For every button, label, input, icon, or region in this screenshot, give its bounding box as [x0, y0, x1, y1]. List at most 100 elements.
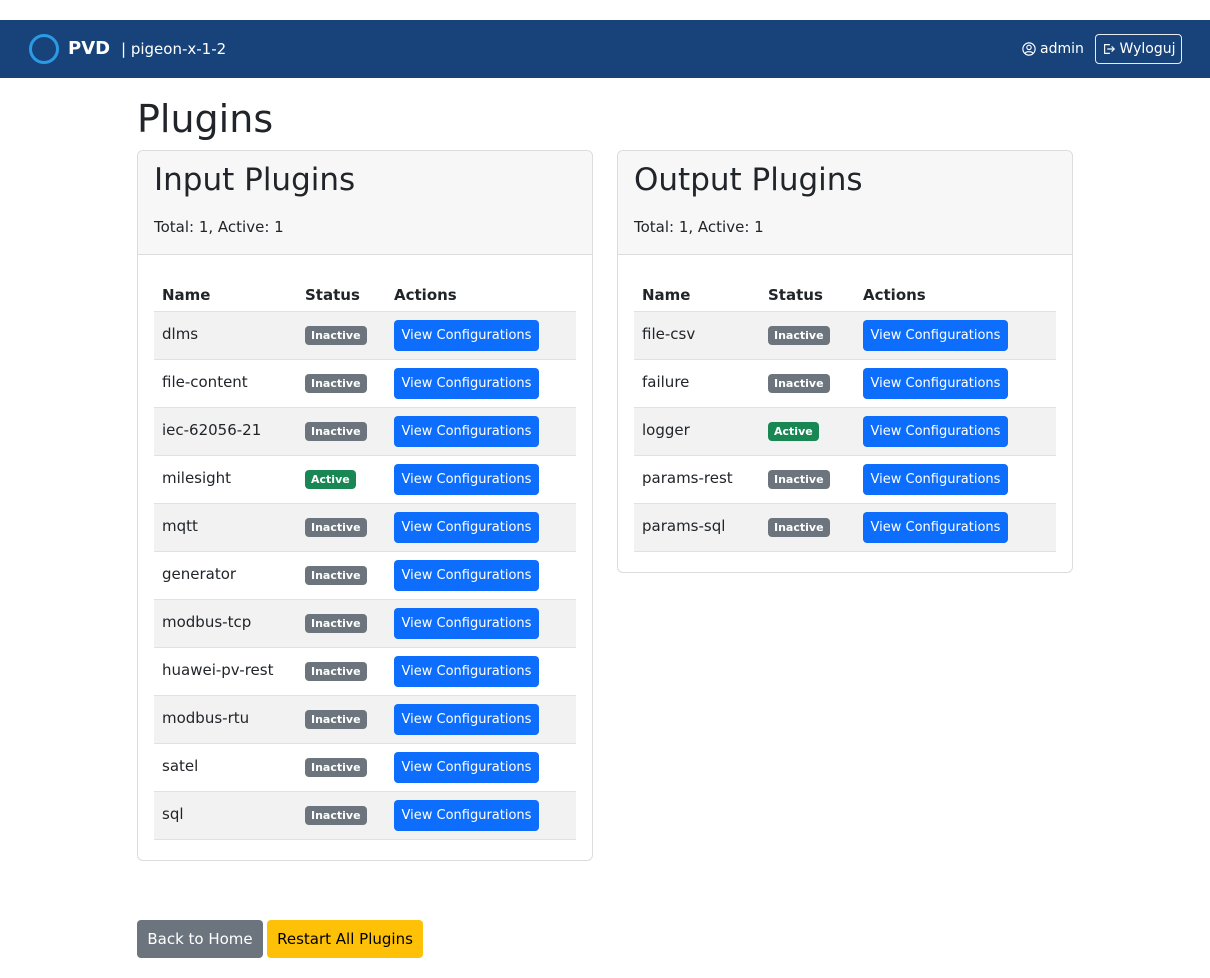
view-configurations-button[interactable]: View Configurations	[863, 511, 1008, 543]
table-row: dlms Inactive View Configurations	[154, 311, 576, 360]
actions-cell: View Configurations	[386, 359, 576, 408]
actions-cell: View Configurations	[386, 743, 576, 792]
output-plugins-title: Output Plugins	[634, 162, 863, 198]
view-configurations-button[interactable]: View Configurations	[394, 607, 539, 639]
table-row: generator Inactive View Configurations	[154, 551, 576, 600]
table-row: iec-62056-21 Inactive View Configurations	[154, 407, 576, 456]
view-configurations-button[interactable]: View Configurations	[394, 751, 539, 783]
plugin-name: modbus-tcp	[154, 599, 297, 648]
status-badge: Inactive	[305, 806, 367, 825]
table-row: milesight Active View Configurations	[154, 455, 576, 504]
status-cell: Inactive	[297, 311, 386, 360]
status-cell: Active	[760, 407, 855, 456]
input-plugins-summary: Total: 1, Active: 1	[154, 218, 284, 236]
status-cell: Inactive	[760, 503, 855, 552]
logout-button[interactable]: Wyloguj	[1095, 34, 1182, 64]
plugin-name: sql	[154, 791, 297, 840]
status-badge: Inactive	[768, 326, 830, 345]
status-badge: Inactive	[305, 758, 367, 777]
actions-cell: View Configurations	[855, 503, 1056, 552]
user-menu[interactable]: admin	[1022, 40, 1084, 58]
plugin-name: generator	[154, 551, 297, 600]
actions-cell: View Configurations	[386, 599, 576, 648]
plugin-name: modbus-rtu	[154, 695, 297, 744]
status-cell: Inactive	[760, 359, 855, 408]
plugin-name: huawei-pv-rest	[154, 647, 297, 696]
status-badge: Active	[305, 470, 356, 489]
plugin-name: satel	[154, 743, 297, 792]
status-cell: Inactive	[297, 407, 386, 456]
status-badge: Inactive	[305, 326, 367, 345]
plugin-name: dlms	[154, 311, 297, 360]
plugin-name: milesight	[154, 455, 297, 504]
column-header-actions: Actions	[855, 279, 1056, 312]
brand-name[interactable]: PVD	[68, 38, 110, 60]
status-cell: Inactive	[297, 647, 386, 696]
input-plugins-title: Input Plugins	[154, 162, 356, 198]
table-row: sql Inactive View Configurations	[154, 791, 576, 840]
actions-cell: View Configurations	[386, 455, 576, 504]
input-plugins-table: Name Status Actions dlms Inactive View Con…	[154, 279, 576, 840]
status-cell: Inactive	[297, 695, 386, 744]
view-configurations-button[interactable]: View Configurations	[394, 415, 539, 447]
status-badge: Inactive	[305, 374, 367, 393]
view-configurations-button[interactable]: View Configurations	[394, 655, 539, 687]
actions-cell: View Configurations	[386, 647, 576, 696]
table-row: file-csv Inactive View Configurations	[634, 311, 1056, 360]
status-badge: Inactive	[768, 470, 830, 489]
status-badge: Active	[768, 422, 819, 441]
table-row: modbus-tcp Inactive View Configurations	[154, 599, 576, 648]
restart-all-plugins-button[interactable]: Restart All Plugins	[267, 920, 423, 958]
actions-cell: View Configurations	[855, 359, 1056, 408]
status-badge: Inactive	[305, 662, 367, 681]
table-row: mqtt Inactive View Configurations	[154, 503, 576, 552]
status-cell: Inactive	[297, 599, 386, 648]
view-configurations-button[interactable]: View Configurations	[863, 319, 1008, 351]
view-configurations-button[interactable]: View Configurations	[863, 367, 1008, 399]
actions-cell: View Configurations	[855, 455, 1056, 504]
view-configurations-button[interactable]: View Configurations	[394, 319, 539, 351]
status-badge: Inactive	[305, 518, 367, 537]
back-to-home-button[interactable]: Back to Home	[137, 920, 263, 958]
view-configurations-button[interactable]: View Configurations	[863, 415, 1008, 447]
status-cell: Inactive	[297, 551, 386, 600]
view-configurations-button[interactable]: View Configurations	[394, 799, 539, 831]
actions-cell: View Configurations	[855, 407, 1056, 456]
plugin-name: params-rest	[634, 455, 760, 504]
status-badge: Inactive	[305, 422, 367, 441]
view-configurations-button[interactable]: View Configurations	[394, 511, 539, 543]
output-plugins-header: Output Plugins Total: 1, Active: 1	[618, 151, 1072, 255]
status-cell: Inactive	[760, 311, 855, 360]
view-configurations-button[interactable]: View Configurations	[394, 559, 539, 591]
circle-logo-icon[interactable]	[29, 34, 59, 64]
actions-cell: View Configurations	[386, 311, 576, 360]
actions-cell: View Configurations	[386, 695, 576, 744]
actions-cell: View Configurations	[855, 311, 1056, 360]
output-plugins-table: Name Status Actions file-csv Inactive View…	[634, 279, 1056, 552]
view-configurations-button[interactable]: View Configurations	[394, 367, 539, 399]
actions-cell: View Configurations	[386, 551, 576, 600]
username: admin	[1040, 41, 1084, 57]
column-header-name: Name	[634, 279, 760, 312]
view-configurations-button[interactable]: View Configurations	[394, 463, 539, 495]
column-header-name: Name	[154, 279, 297, 312]
host-label: | pigeon-x-1-2	[121, 40, 227, 58]
status-badge: Inactive	[768, 374, 830, 393]
status-cell: Active	[297, 455, 386, 504]
column-header-status: Status	[297, 279, 386, 312]
page-title: Plugins	[137, 97, 274, 141]
status-cell: Inactive	[760, 455, 855, 504]
table-row: file-content Inactive View Configurations	[154, 359, 576, 408]
view-configurations-button[interactable]: View Configurations	[863, 463, 1008, 495]
status-cell: Inactive	[297, 743, 386, 792]
status-badge: Inactive	[768, 518, 830, 537]
table-row: params-sql Inactive View Configurations	[634, 503, 1056, 552]
plugin-name: iec-62056-21	[154, 407, 297, 456]
plugin-name: params-sql	[634, 503, 760, 552]
status-cell: Inactive	[297, 791, 386, 840]
view-configurations-button[interactable]: View Configurations	[394, 703, 539, 735]
plugin-name: failure	[634, 359, 760, 408]
status-cell: Inactive	[297, 503, 386, 552]
input-plugins-card: Input Plugins Total: 1, Active: 1 Name S…	[137, 150, 593, 861]
status-badge: Inactive	[305, 614, 367, 633]
